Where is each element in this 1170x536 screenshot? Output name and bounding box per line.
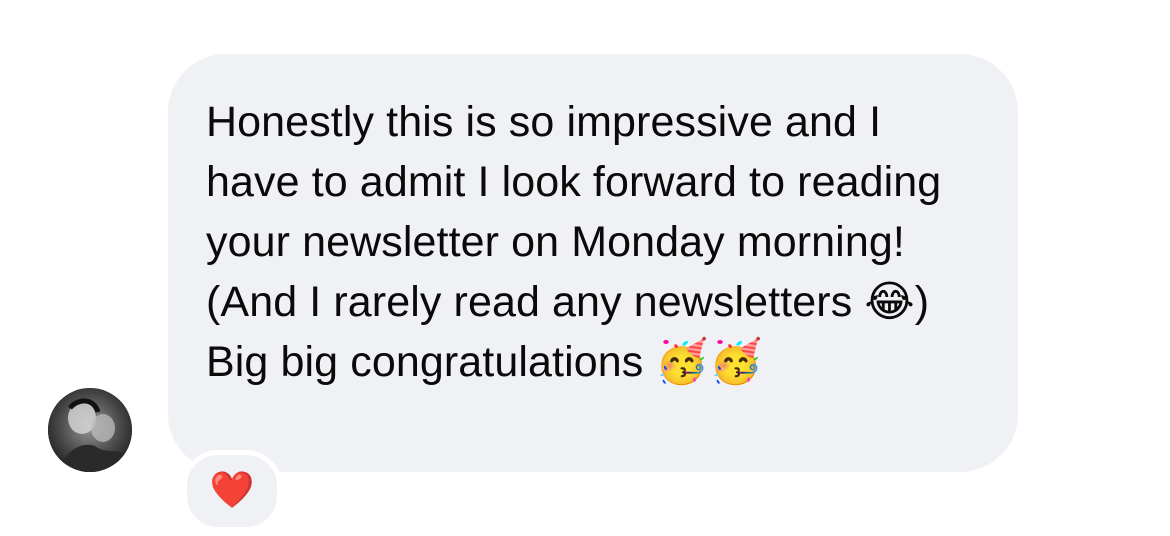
message-bubble[interactable]: Honestly this is so impressive and I hav…	[168, 54, 1018, 472]
reaction-badge[interactable]: ❤️	[182, 450, 282, 532]
avatar-photo-icon	[48, 388, 132, 472]
heart-icon: ❤️	[209, 470, 255, 511]
sender-avatar[interactable]	[48, 388, 132, 472]
message-text: Honestly this is so impressive and I hav…	[206, 98, 954, 386]
